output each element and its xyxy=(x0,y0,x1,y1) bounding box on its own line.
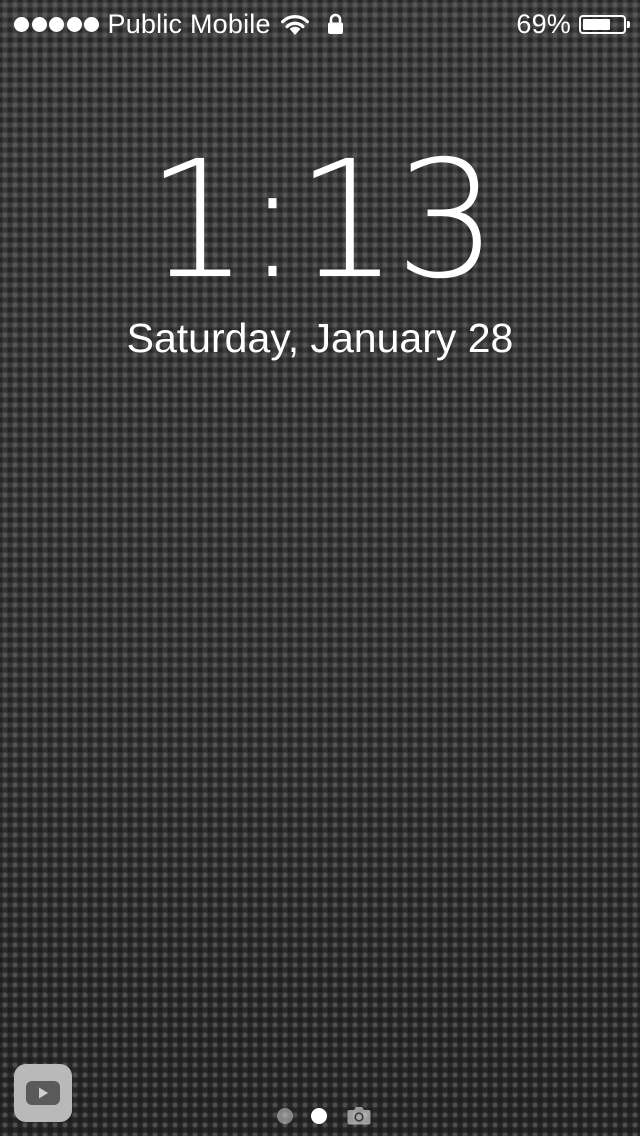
page-indicator[interactable] xyxy=(277,1106,371,1125)
lock-icon xyxy=(327,13,343,34)
signal-dot xyxy=(14,16,29,32)
signal-dot xyxy=(31,16,47,32)
battery-level-fill xyxy=(583,18,610,30)
status-bar: Public Mobile 69% xyxy=(0,0,640,48)
status-right: 69% xyxy=(516,8,630,40)
status-left: Public Mobile xyxy=(14,9,344,40)
signal-dot xyxy=(84,16,99,32)
camera-icon[interactable] xyxy=(347,1106,371,1125)
youtube-icon xyxy=(26,1081,60,1105)
page-dot-widgets[interactable] xyxy=(277,1107,293,1124)
battery-percentage: 69% xyxy=(516,8,571,39)
lock-screen-date: Saturday, January 28 xyxy=(126,315,514,361)
lock-screen-time: 1:13 xyxy=(146,127,498,315)
battery-icon xyxy=(579,14,630,34)
battery-nub xyxy=(627,20,630,28)
page-dot-lockscreen[interactable] xyxy=(311,1107,327,1124)
play-icon xyxy=(39,1087,48,1099)
signal-strength-icon xyxy=(14,16,102,32)
carrier-name: Public Mobile xyxy=(107,8,271,39)
signal-dot xyxy=(49,16,64,32)
signal-dot xyxy=(66,16,82,32)
wifi-icon xyxy=(280,15,309,35)
suggested-app-button[interactable] xyxy=(14,1064,72,1122)
